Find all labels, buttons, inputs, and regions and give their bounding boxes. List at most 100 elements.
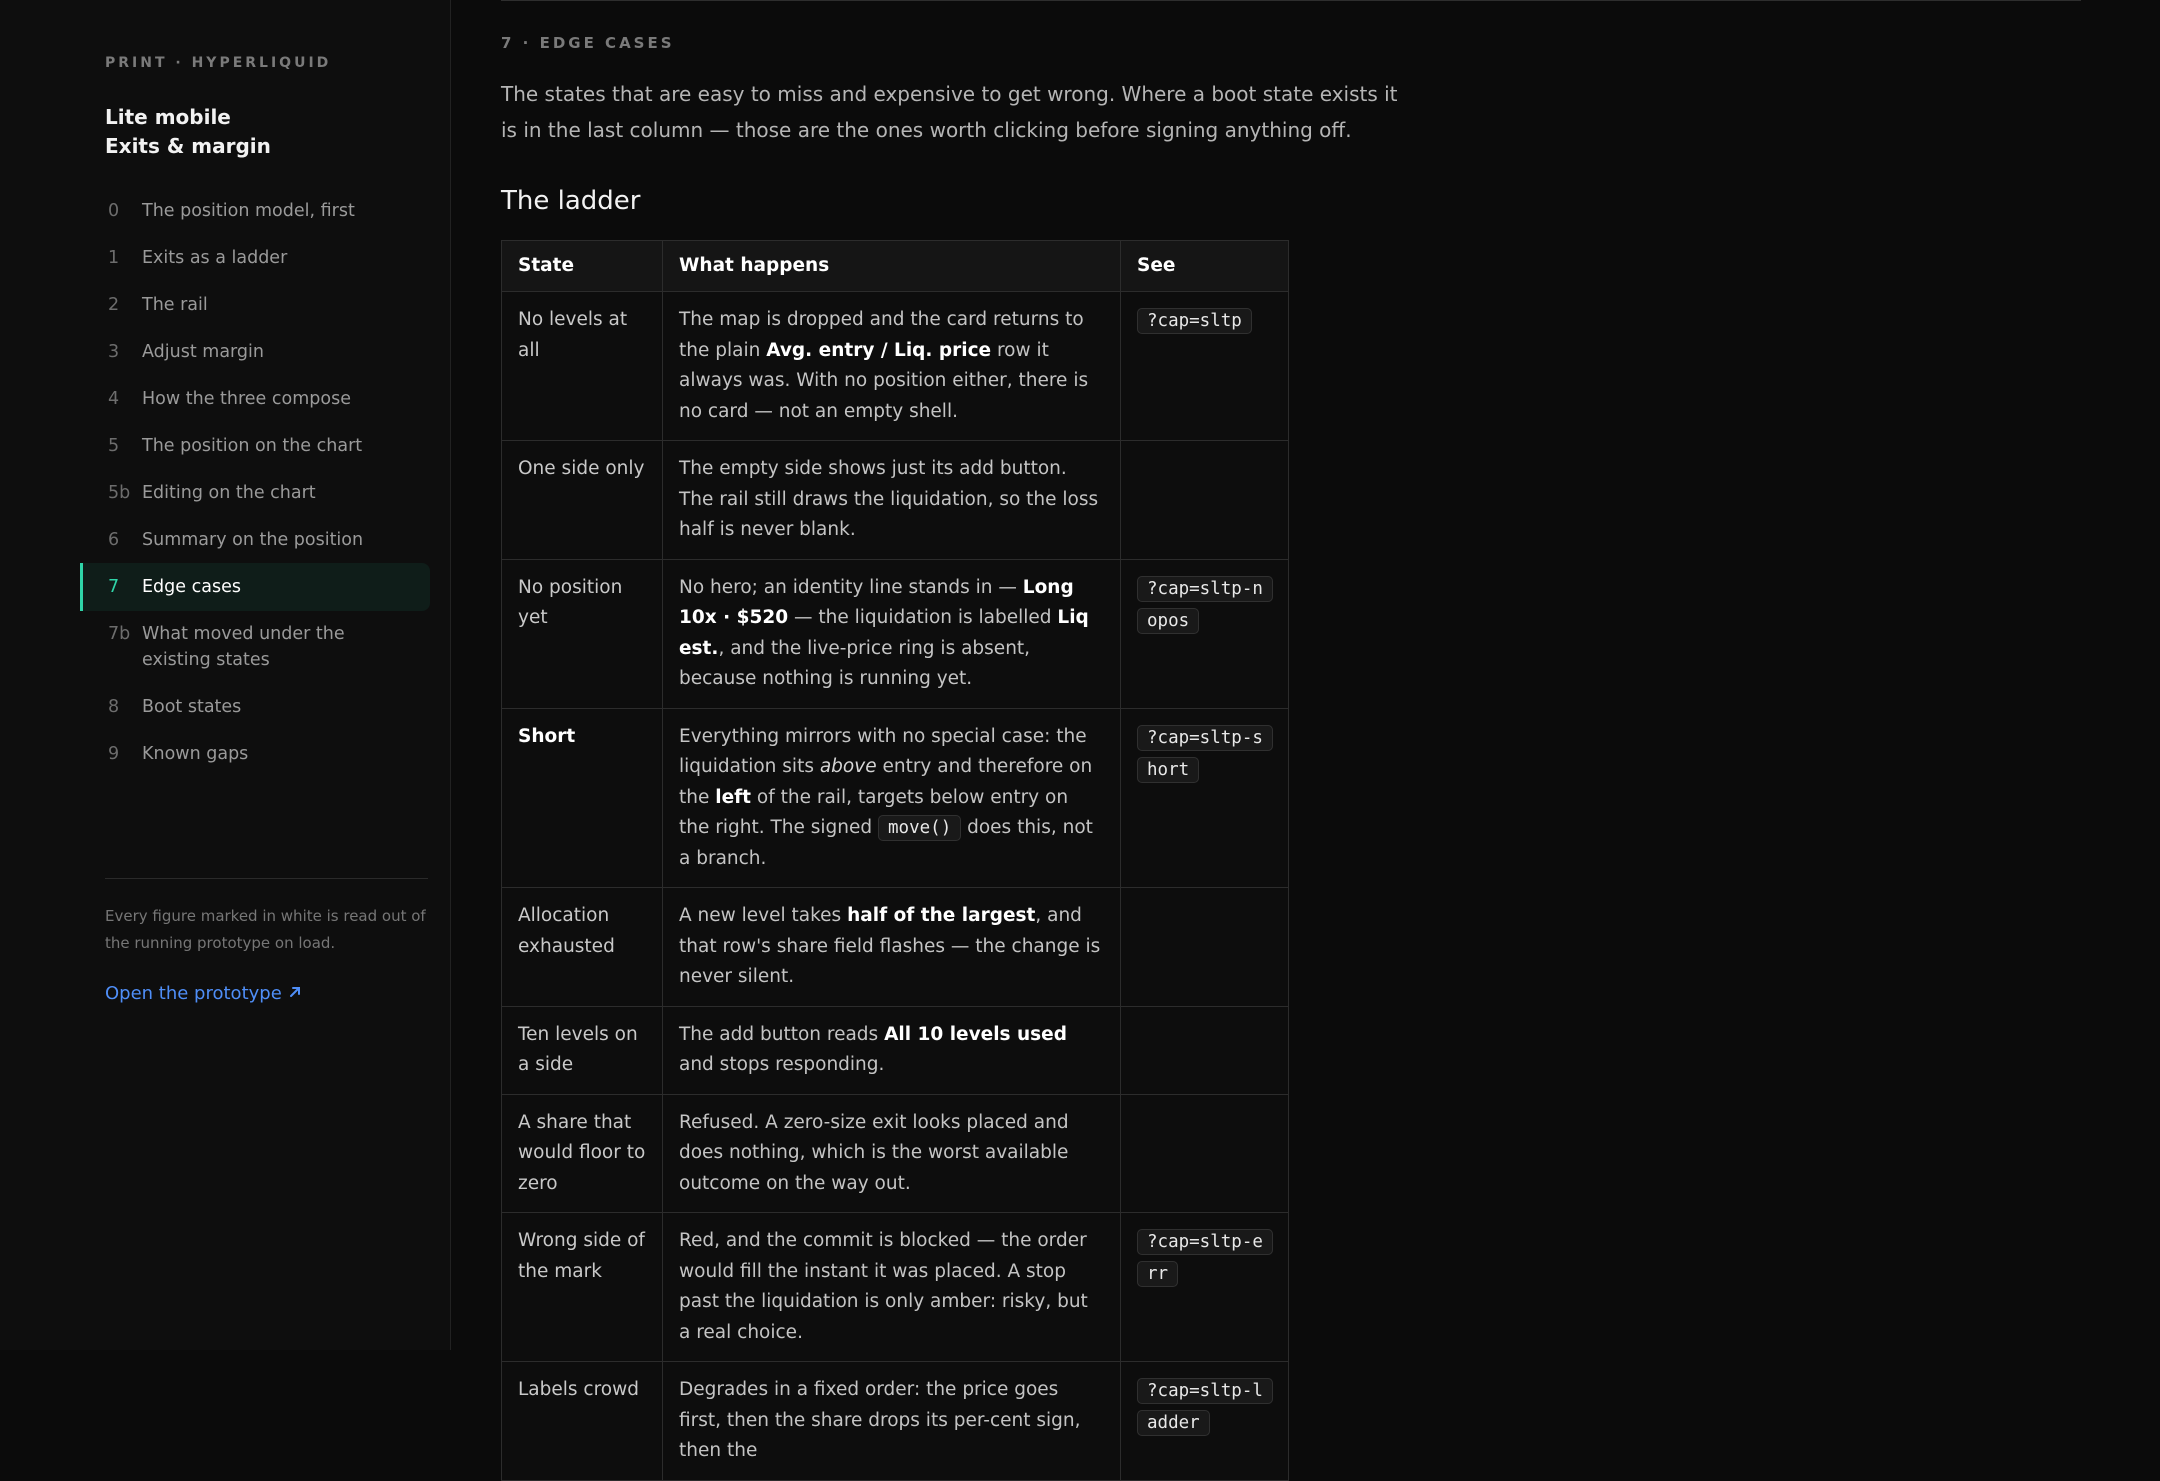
sidebar-item-label: The position on the chart — [142, 436, 363, 456]
cell-state: Allocation exhausted — [501, 887, 663, 1007]
sidebar-item-label: Exits as a ladder — [142, 248, 288, 268]
sidebar-item-0[interactable]: 0 The position model, first — [80, 198, 430, 224]
doc-title-line2: Exits & margin — [105, 134, 271, 158]
text-segment: Red, and the commit is blocked — the ord… — [679, 1230, 1088, 1343]
sidebar: PRINT · HYPERLIQUID Lite mobile Exits & … — [0, 0, 451, 1350]
text-segment: No hero; an identity line stands in — — [679, 576, 1023, 598]
boot-state-code[interactable]: ?cap=sltp-err — [1137, 1229, 1273, 1287]
cell-what-happens: No hero; an identity line stands in — Lo… — [662, 558, 1121, 709]
text-segment: Degrades in a fixed order: the price goe… — [679, 1379, 1081, 1461]
main-content: 7 · EDGE CASES The states that are easy … — [452, 0, 2160, 1481]
sidebar-item-number: 5b — [108, 483, 131, 503]
table-row: No position yet No hero; an identity line… — [501, 558, 1289, 709]
cell-what-happens: Degrades in a fixed order: the price goe… — [662, 1361, 1121, 1481]
cell-what-happens: The add button reads All 10 levels used … — [662, 1005, 1121, 1095]
sidebar-item-1[interactable]: 1 Exits as a ladder — [80, 245, 430, 271]
cell-state: Short — [501, 707, 663, 888]
cell-see — [1120, 1005, 1289, 1095]
table-row: Labels crowd Degrades in a fixed order: t… — [501, 1361, 1289, 1481]
sidebar-note: Every figure marked in white is read out… — [105, 907, 426, 952]
cell-state: Ten levels on a side — [501, 1005, 663, 1095]
sidebar-item-9[interactable]: 9 Known gaps — [80, 741, 430, 767]
sidebar-item-label: Editing on the chart — [142, 483, 316, 503]
text-segment: The empty side shows just its add button… — [679, 458, 1099, 540]
top-divider — [501, 0, 2081, 1]
table-row: Allocation exhausted A new level takes ha… — [501, 887, 1289, 1007]
sidebar-item-7b[interactable]: 7b What moved under the existing states — [80, 621, 430, 673]
sidebar-item-3[interactable]: 3 Adjust margin — [80, 339, 430, 365]
emphasis-text: left — [715, 786, 752, 808]
cell-what-happens: A new level takes half of the largest, a… — [662, 887, 1121, 1007]
header-what-happens: What happens — [662, 240, 1121, 292]
emphasis-text: All 10 levels used — [884, 1023, 1067, 1045]
text-segment: A new level takes — [679, 905, 848, 926]
emphasis-text: Avg. entry / Liq. price — [766, 339, 992, 361]
sidebar-item-label: Edge cases — [142, 577, 241, 597]
header-state: State — [501, 240, 663, 292]
cell-see: ?cap=sltp-err — [1120, 1212, 1289, 1362]
cell-see: ?cap=sltp — [1120, 291, 1289, 441]
sidebar-item-number: 2 — [108, 295, 120, 315]
sidebar-item-number: 6 — [108, 530, 120, 550]
sidebar-item-label: Adjust margin — [142, 342, 264, 362]
sidebar-item-4[interactable]: 4 How the three compose — [80, 386, 430, 412]
cell-what-happens: Red, and the commit is blocked — the ord… — [662, 1212, 1121, 1362]
inline-code: move() — [878, 815, 962, 841]
cell-see — [1120, 440, 1289, 560]
italic-text: above — [819, 756, 877, 777]
cell-what-happens: Refused. A zero-size exit looks placed a… — [662, 1093, 1121, 1213]
sidebar-item-number: 4 — [108, 389, 120, 409]
sidebar-item-number: 0 — [108, 201, 120, 221]
cell-what-happens: The empty side shows just its add button… — [662, 440, 1121, 560]
cell-state: One side only — [501, 440, 663, 560]
table-header-row: State What happens See — [501, 240, 1289, 292]
edge-cases-table-wrap: State What happens See No levels at all T… — [501, 240, 1289, 1481]
boot-state-code[interactable]: ?cap=sltp-nopos — [1137, 575, 1273, 634]
table-row: Wrong side of the mark Red, and the commi… — [501, 1212, 1289, 1362]
sidebar-item-number: 1 — [108, 248, 120, 268]
sidebar-nav: 0 The position model, first 1 Exits as a la… — [80, 198, 430, 788]
cell-state: A share that would floor to zero — [501, 1093, 663, 1213]
sidebar-item-label: What moved under the existing states — [142, 624, 345, 670]
section-heading: The ladder — [501, 186, 641, 216]
text-segment: The add button reads — [679, 1023, 885, 1045]
sidebar-item-label: Known gaps — [142, 744, 249, 764]
sidebar-item-label: Boot states — [142, 697, 242, 717]
sidebar-item-label: Summary on the position — [142, 530, 364, 550]
text-segment: Refused. A zero-size exit looks placed a… — [679, 1111, 1069, 1194]
cell-see: ?cap=sltp-short — [1120, 707, 1289, 888]
text-segment: , and the live-price ring is absent, bec… — [679, 637, 1031, 690]
open-prototype-label: Open the prototype — [105, 983, 282, 1004]
sidebar-item-number: 9 — [108, 744, 120, 764]
boot-state-code[interactable]: ?cap=sltp-ladder — [1137, 1378, 1273, 1436]
open-prototype-link[interactable]: Open the prototype — [105, 983, 302, 1004]
cell-state: Wrong side of the mark — [501, 1212, 663, 1362]
table-row: No levels at all The map is dropped and t… — [501, 291, 1289, 441]
sidebar-item-2[interactable]: 2 The rail — [80, 292, 430, 318]
text-segment: and stops responding. — [679, 1054, 885, 1075]
edge-cases-table: State What happens See No levels at all T… — [501, 240, 1289, 1481]
brand-label: PRINT · HYPERLIQUID — [105, 55, 332, 71]
sidebar-item-7[interactable]: 7 Edge cases — [80, 563, 430, 611]
table-row: One side only The empty side shows just i… — [501, 440, 1289, 560]
cell-state: No position yet — [501, 558, 663, 709]
sidebar-item-label: The rail — [142, 295, 208, 315]
sidebar-item-number: 7b — [108, 624, 131, 644]
doc-title: Lite mobile Exits & margin — [105, 103, 271, 161]
doc-title-line1: Lite mobile — [105, 105, 231, 129]
table-row: A share that would floor to zero Refused.… — [501, 1093, 1289, 1213]
emphasis-text: half of the largest — [847, 905, 1036, 926]
sidebar-item-5b[interactable]: 5b Editing on the chart — [80, 480, 430, 506]
sidebar-item-8[interactable]: 8 Boot states — [80, 694, 430, 720]
text-segment: — the liquidation is labelled — [788, 607, 1058, 628]
cell-see: ?cap=sltp-ladder — [1120, 1361, 1289, 1481]
boot-state-code[interactable]: ?cap=sltp — [1137, 308, 1252, 334]
boot-state-code[interactable]: ?cap=sltp-short — [1137, 724, 1273, 783]
sidebar-item-number: 5 — [108, 436, 120, 456]
table-row: Ten levels on a side The add button reads… — [501, 1005, 1289, 1095]
sidebar-item-label: How the three compose — [142, 389, 351, 409]
cell-what-happens: The map is dropped and the card returns … — [662, 291, 1121, 441]
sidebar-item-5[interactable]: 5 The position on the chart — [80, 433, 430, 459]
sidebar-item-label: The position model, first — [142, 201, 355, 221]
sidebar-item-6[interactable]: 6 Summary on the position — [80, 527, 430, 553]
